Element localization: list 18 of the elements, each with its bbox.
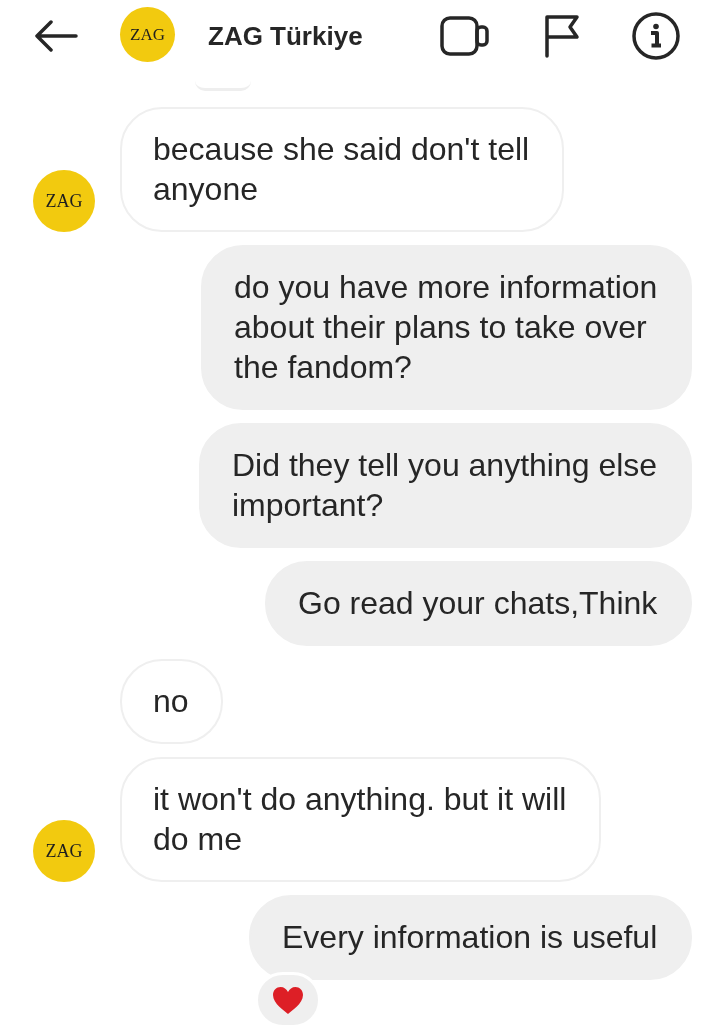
info-icon [632,12,680,60]
message-bubble: do you have more information about their plans to take over the fandom? [201,245,692,410]
heart-icon [273,986,303,1014]
chat-title: ZAG Türkiye [208,23,363,49]
avatar: ZAG [120,6,175,62]
info-button[interactable] [632,12,680,60]
message-bubble: it won't do anything. but it will do me [120,757,601,882]
message-bubble: no [120,659,223,744]
back-arrow-icon [34,20,78,52]
video-camera-icon [440,16,490,56]
message-bubble: Go read your chats,Think [265,561,692,646]
avatar: ZAG [33,820,95,882]
flag-icon [544,14,580,58]
avatar: ZAG [33,170,95,232]
message-bubble: because she said don't tell anyone [120,107,564,232]
message-bubble: Did they tell you anything else important? [199,423,692,548]
flag-button[interactable] [543,12,581,60]
message-bubble: Every information is useful [249,895,692,980]
